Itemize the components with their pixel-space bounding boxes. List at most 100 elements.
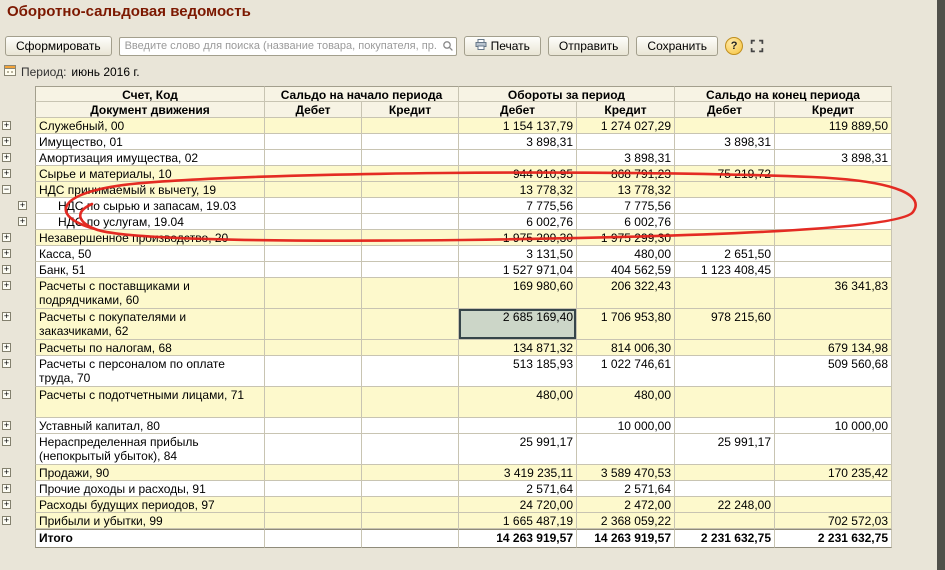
cell-ob_k[interactable]: 480,00 xyxy=(577,246,675,262)
cell-account-name[interactable]: Банк, 51 xyxy=(35,262,265,278)
cell-end_d[interactable]: 75 219,72 xyxy=(675,166,775,182)
cell-beg_k[interactable] xyxy=(362,246,459,262)
cell-beg_d[interactable] xyxy=(265,246,362,262)
cell-beg_d[interactable] xyxy=(265,387,362,418)
cell-ob_d[interactable] xyxy=(459,418,577,434)
expand-button[interactable]: + xyxy=(2,516,11,525)
cell-end_d[interactable]: 25 991,17 xyxy=(675,434,775,465)
cell-ob_k[interactable]: 3 898,31 xyxy=(577,150,675,166)
cell-ob_d[interactable]: 3 131,50 xyxy=(459,246,577,262)
cell-ob_d[interactable]: 7 775,56 xyxy=(459,198,577,214)
cell-account-name[interactable]: Прочие доходы и расходы, 91 xyxy=(35,481,265,497)
cell-end_k[interactable]: 119 889,50 xyxy=(775,118,892,134)
expand-button[interactable]: + xyxy=(18,201,27,210)
cell-beg_d[interactable] xyxy=(265,166,362,182)
cell-beg_k[interactable] xyxy=(362,150,459,166)
cell-ob_k[interactable]: 814 006,30 xyxy=(577,340,675,356)
cell-ob_k[interactable]: 206 322,43 xyxy=(577,278,675,309)
cell-end_k[interactable]: 36 341,83 xyxy=(775,278,892,309)
cell-end_k[interactable] xyxy=(775,214,892,230)
cell-account-name[interactable]: Расчеты по налогам, 68 xyxy=(35,340,265,356)
cell-beg_k[interactable] xyxy=(362,118,459,134)
expand-button[interactable]: + xyxy=(2,265,11,274)
cell-beg_d[interactable] xyxy=(265,262,362,278)
cell-ob_k[interactable] xyxy=(577,134,675,150)
cell-end_k[interactable] xyxy=(775,182,892,198)
cell-ob_d[interactable]: 1 975 299,30 xyxy=(459,230,577,246)
expand-button[interactable]: + xyxy=(2,249,11,258)
cell-end_d[interactable] xyxy=(675,387,775,418)
cell-ob_d-selected[interactable]: 2 685 169,40 xyxy=(459,309,577,340)
cell-end_k[interactable] xyxy=(775,497,892,513)
cell-account-name[interactable]: Расчеты с поставщиками и подрядчиками, 6… xyxy=(35,278,265,309)
cell-ob_d[interactable]: 1 665 487,19 xyxy=(459,513,577,529)
cell-ob_d[interactable]: 513 185,93 xyxy=(459,356,577,387)
cell-ob_k[interactable]: 6 002,76 xyxy=(577,214,675,230)
expand-button[interactable]: + xyxy=(2,484,11,493)
cell-account-name[interactable]: Расчеты с покупателями и заказчиками, 62 xyxy=(35,309,265,340)
expand-button[interactable]: + xyxy=(2,281,11,290)
cell-ob_k[interactable]: 1 975 299,30 xyxy=(577,230,675,246)
cell-beg_k[interactable] xyxy=(362,309,459,340)
expand-button[interactable]: + xyxy=(2,121,11,130)
cell-beg_k[interactable] xyxy=(362,513,459,529)
expand-button[interactable]: + xyxy=(2,137,11,146)
cell-beg_k[interactable] xyxy=(362,387,459,418)
cell-beg_d[interactable] xyxy=(265,465,362,481)
cell-ob_k[interactable]: 2 571,64 xyxy=(577,481,675,497)
cell-beg_k[interactable] xyxy=(362,166,459,182)
search-input[interactable] xyxy=(118,36,457,56)
expand-button[interactable]: + xyxy=(2,312,11,321)
cell-end_d[interactable] xyxy=(675,150,775,166)
cell-ob_d[interactable]: 944 010,95 xyxy=(459,166,577,182)
cell-beg_d[interactable] xyxy=(265,529,362,548)
cell-account-name[interactable]: Продажи, 90 xyxy=(35,465,265,481)
cell-beg_k[interactable] xyxy=(362,356,459,387)
cell-end_k[interactable] xyxy=(775,166,892,182)
cell-end_d[interactable]: 2 231 632,75 xyxy=(675,529,775,548)
cell-beg_k[interactable] xyxy=(362,230,459,246)
cell-account-name[interactable]: НДС по сырью и запасам, 19.03 xyxy=(35,198,265,214)
cell-ob_d[interactable]: 24 720,00 xyxy=(459,497,577,513)
cell-beg_k[interactable] xyxy=(362,497,459,513)
cell-account-name[interactable]: Касса, 50 xyxy=(35,246,265,262)
cell-ob_d[interactable]: 13 778,32 xyxy=(459,182,577,198)
expand-button[interactable]: + xyxy=(2,359,11,368)
cell-account-name[interactable]: Сырье и материалы, 10 xyxy=(35,166,265,182)
cell-end_k[interactable]: 10 000,00 xyxy=(775,418,892,434)
fullscreen-icon[interactable] xyxy=(750,39,764,53)
cell-beg_d[interactable] xyxy=(265,513,362,529)
cell-beg_k[interactable] xyxy=(362,340,459,356)
cell-beg_d[interactable] xyxy=(265,418,362,434)
cell-ob_k[interactable]: 10 000,00 xyxy=(577,418,675,434)
cell-end_k[interactable] xyxy=(775,134,892,150)
cell-end_k[interactable]: 509 560,68 xyxy=(775,356,892,387)
cell-ob_d[interactable]: 169 980,60 xyxy=(459,278,577,309)
cell-beg_k[interactable] xyxy=(362,278,459,309)
cell-account-name[interactable]: Расходы будущих периодов, 97 xyxy=(35,497,265,513)
cell-end_d[interactable]: 978 215,60 xyxy=(675,309,775,340)
help-button[interactable]: ? xyxy=(725,37,744,55)
cell-beg_k[interactable] xyxy=(362,262,459,278)
cell-end_d[interactable] xyxy=(675,481,775,497)
cell-end_d[interactable] xyxy=(675,418,775,434)
expand-button[interactable]: + xyxy=(2,233,11,242)
cell-beg_d[interactable] xyxy=(265,118,362,134)
cell-end_d[interactable] xyxy=(675,198,775,214)
cell-account-name[interactable]: Уставный капитал, 80 xyxy=(35,418,265,434)
cell-account-name[interactable]: Прибыли и убытки, 99 xyxy=(35,513,265,529)
cell-ob_d[interactable]: 480,00 xyxy=(459,387,577,418)
cell-end_k[interactable] xyxy=(775,309,892,340)
cell-beg_d[interactable] xyxy=(265,497,362,513)
cell-ob_d[interactable] xyxy=(459,150,577,166)
cell-end_k[interactable] xyxy=(775,230,892,246)
cell-end_k[interactable] xyxy=(775,198,892,214)
cell-ob_d[interactable]: 25 991,17 xyxy=(459,434,577,465)
cell-end_d[interactable] xyxy=(675,118,775,134)
cell-beg_k[interactable] xyxy=(362,198,459,214)
cell-ob_d[interactable]: 14 263 919,57 xyxy=(459,529,577,548)
cell-ob_k[interactable]: 1 706 953,80 xyxy=(577,309,675,340)
cell-beg_d[interactable] xyxy=(265,230,362,246)
cell-end_d[interactable] xyxy=(675,182,775,198)
cell-end_d[interactable] xyxy=(675,214,775,230)
